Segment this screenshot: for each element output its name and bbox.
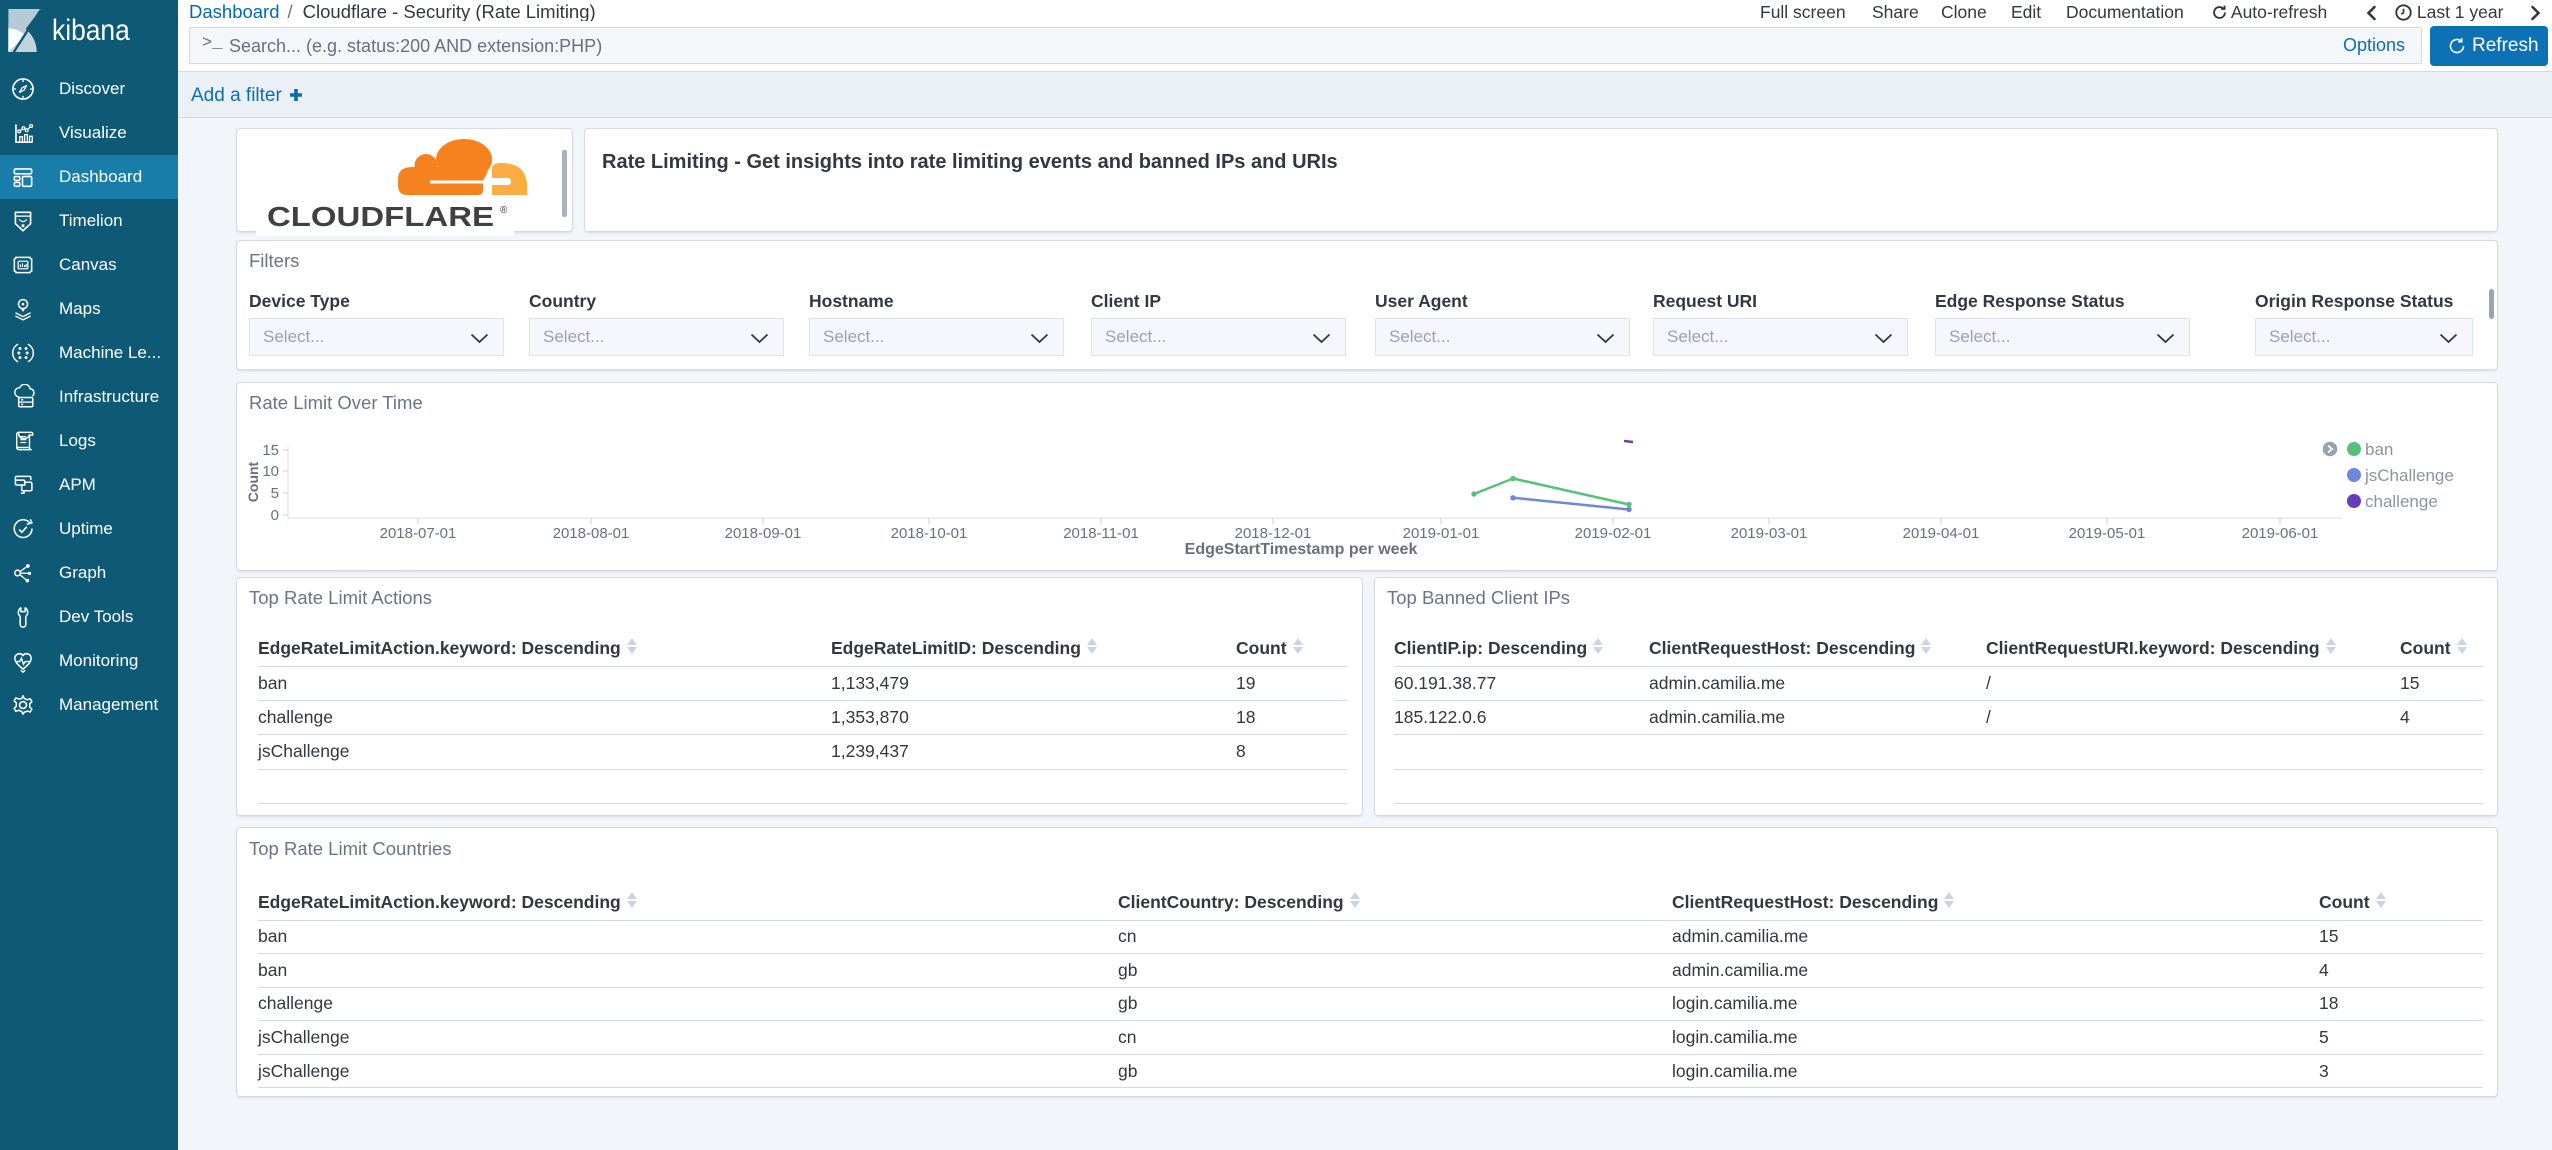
svg-text:2019-06-01: 2019-06-01 bbox=[2242, 525, 2319, 542]
svg-text:CLOUDFLARE: CLOUDFLARE bbox=[267, 201, 494, 231]
svg-text:2019-04-01: 2019-04-01 bbox=[1903, 525, 1980, 542]
svg-text:ban: ban bbox=[2365, 440, 2393, 459]
svg-text:2019-02-01: 2019-02-01 bbox=[1575, 525, 1652, 542]
svg-text:2019-01-01: 2019-01-01 bbox=[1403, 525, 1480, 542]
svg-text:10: 10 bbox=[262, 463, 279, 480]
svg-text:2019-03-01: 2019-03-01 bbox=[1731, 525, 1808, 542]
svg-text:2018-10-01: 2018-10-01 bbox=[891, 525, 968, 542]
svg-text:Count: Count bbox=[245, 461, 261, 502]
svg-text:EdgeStartTimestamp per week: EdgeStartTimestamp per week bbox=[1185, 541, 1418, 558]
svg-text:15: 15 bbox=[262, 442, 279, 459]
svg-text:5: 5 bbox=[271, 485, 279, 502]
svg-text:2018-08-01: 2018-08-01 bbox=[553, 525, 630, 542]
svg-text:2018-11-01: 2018-11-01 bbox=[1063, 525, 1139, 542]
svg-text:2018-09-01: 2018-09-01 bbox=[725, 525, 802, 542]
svg-text:challenge: challenge bbox=[2365, 492, 2438, 511]
svg-text:®: ® bbox=[500, 205, 508, 216]
svg-text:2018-07-01: 2018-07-01 bbox=[380, 525, 457, 542]
svg-text:jsChallenge: jsChallenge bbox=[2364, 466, 2454, 485]
svg-text:0: 0 bbox=[271, 507, 279, 524]
svg-text:2018-12-01: 2018-12-01 bbox=[1235, 525, 1312, 542]
svg-text:2019-05-01: 2019-05-01 bbox=[2069, 525, 2146, 542]
